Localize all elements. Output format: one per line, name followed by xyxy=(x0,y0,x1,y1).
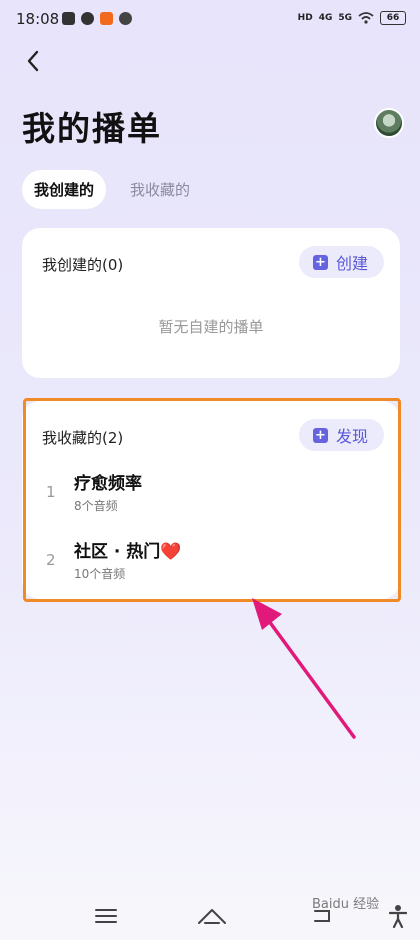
status-bar: 18:08 HD 4G 5G 66 xyxy=(0,0,420,38)
list-item-title-row: 社区 · 热门❤️ xyxy=(74,537,181,562)
plus-icon: + xyxy=(312,254,328,270)
create-button-label: 创建 xyxy=(335,254,368,273)
hd-indicator: HD xyxy=(297,13,313,23)
chevron-left-icon xyxy=(27,50,39,72)
list-item[interactable]: 2 社区 · 热门❤️ 10个音频 xyxy=(22,535,400,595)
list-item-title: 社区 · 热门 xyxy=(74,542,161,562)
wifi-icon xyxy=(358,12,374,24)
taobao-icon xyxy=(100,12,113,25)
create-button[interactable]: + 创建 xyxy=(298,246,384,278)
tab-favorites[interactable]: 我收藏的 xyxy=(118,170,202,209)
plus-icon: + xyxy=(312,427,328,443)
list-item-index: 2 xyxy=(46,551,56,569)
heart-icon: ❤️ xyxy=(160,542,182,562)
favorite-playlists-card: 我收藏的(2) + 发现 1 疗愈频率 8个音频 2 社区 · 热门❤️ 10个… xyxy=(22,401,400,599)
compass-icon xyxy=(119,12,132,25)
page-title: 我的播单 xyxy=(22,109,162,148)
menu-button[interactable] xyxy=(86,898,126,934)
discover-button-label: 发现 xyxy=(335,427,368,446)
battery-icon: 66 xyxy=(380,11,406,25)
empty-state-text: 暂无自建的播单 xyxy=(158,318,264,336)
list-item-count: 10个音频 xyxy=(74,567,126,581)
signal-4g: 4G xyxy=(318,13,333,23)
tab-bar: 我创建的 我收藏的 xyxy=(22,170,202,209)
avatar[interactable] xyxy=(374,108,404,138)
discover-button[interactable]: + 发现 xyxy=(298,419,384,451)
tab-created[interactable]: 我创建的 xyxy=(22,170,107,209)
list-item-count: 8个音频 xyxy=(74,499,118,513)
back-button[interactable] xyxy=(18,46,48,76)
app-notification-icon xyxy=(62,12,75,25)
signal-5g: 5G xyxy=(338,13,352,23)
list-item-title: 疗愈频率 xyxy=(74,474,142,494)
list-item-index: 1 xyxy=(46,483,56,501)
list-item[interactable]: 1 疗愈频率 8个音频 xyxy=(22,467,400,527)
home-icon xyxy=(198,909,226,924)
favorites-section-title: 我收藏的(2) xyxy=(42,429,124,447)
created-section-title: 我创建的(0) xyxy=(42,256,124,274)
created-playlists-card: 我创建的(0) + 创建 暂无自建的播单 xyxy=(22,228,400,378)
notification-icons xyxy=(62,12,132,25)
accessibility-button[interactable] xyxy=(378,898,418,934)
home-button[interactable] xyxy=(192,898,232,934)
watermark: Baidu 经验 xyxy=(312,897,380,912)
accessibility-icon xyxy=(389,905,407,928)
status-time: 18:08 xyxy=(16,10,60,28)
menu-icon xyxy=(95,909,117,923)
status-indicators: HD 4G 5G 66 xyxy=(298,11,406,25)
message-icon xyxy=(81,12,94,25)
